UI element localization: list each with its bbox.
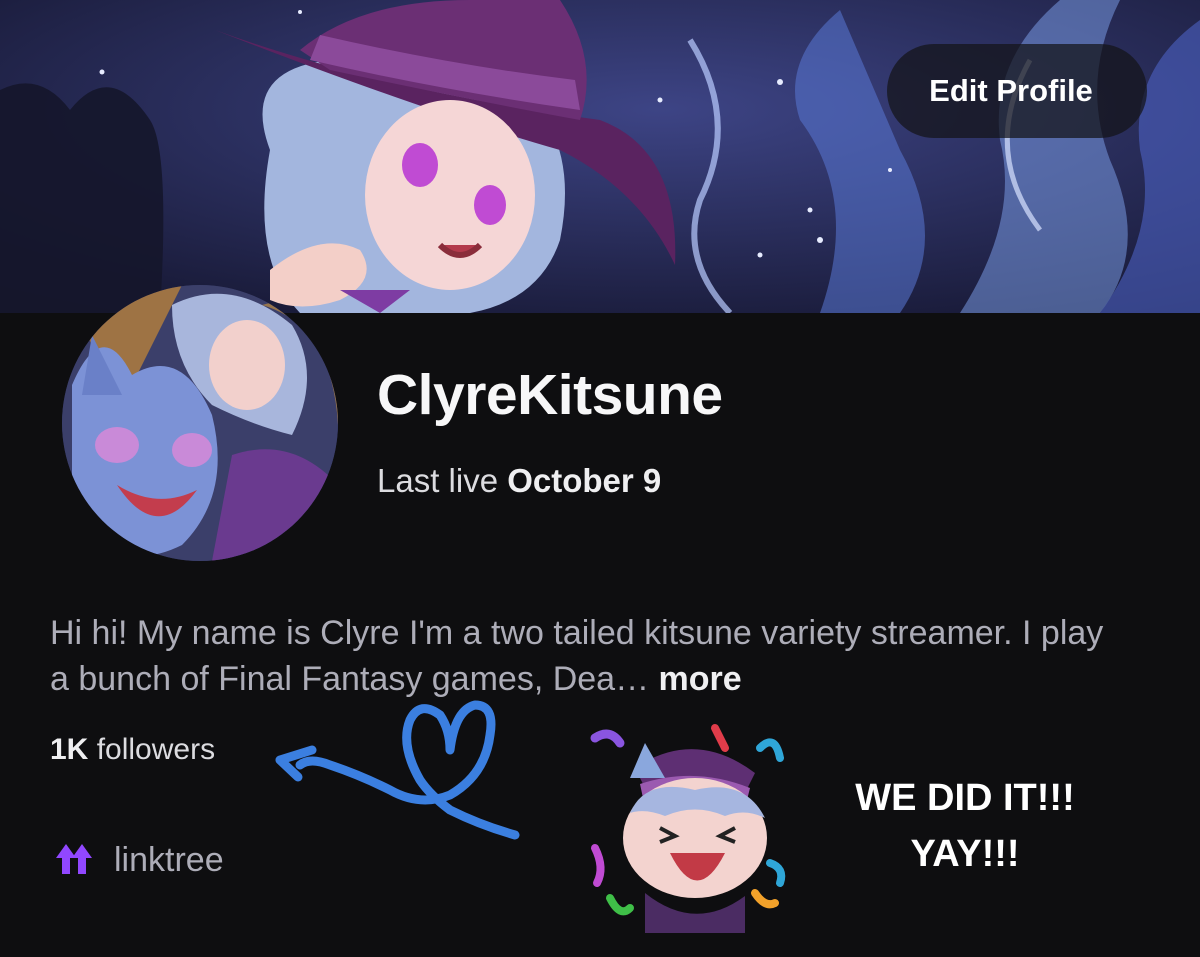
profile-avatar[interactable] bbox=[62, 285, 338, 561]
celebration-text: WE DID IT!!! YAY!!! bbox=[830, 770, 1100, 882]
avatar-image bbox=[62, 285, 338, 561]
followers-number: 1K bbox=[50, 733, 89, 766]
followers-label: followers bbox=[96, 733, 216, 766]
channel-username: ClyreKitsune bbox=[377, 363, 723, 427]
last-live-label: Last live bbox=[377, 462, 499, 499]
last-live-info: Last live October 9 bbox=[377, 462, 661, 500]
linktree-icon bbox=[52, 838, 96, 883]
bio-text: Hi hi! My name is Clyre I'm a two tailed… bbox=[50, 614, 1104, 698]
heart-arrow-scribble bbox=[275, 700, 520, 840]
celebration-line-1: WE DID IT!!! bbox=[855, 777, 1075, 819]
edit-profile-button[interactable]: Edit Profile bbox=[887, 44, 1147, 138]
profile-banner: Edit Profile bbox=[0, 0, 1200, 313]
celebration-line-2: YAY!!! bbox=[910, 833, 1020, 875]
bio-more-link[interactable]: more bbox=[659, 660, 742, 698]
social-link-linktree[interactable]: linktree bbox=[52, 838, 224, 883]
linktree-label: linktree bbox=[114, 841, 224, 879]
followers-count[interactable]: 1K followers bbox=[50, 733, 215, 767]
celebration-emote bbox=[590, 724, 786, 933]
last-live-date: October 9 bbox=[507, 462, 662, 499]
profile-bio: Hi hi! My name is Clyre I'm a two tailed… bbox=[50, 610, 1130, 702]
